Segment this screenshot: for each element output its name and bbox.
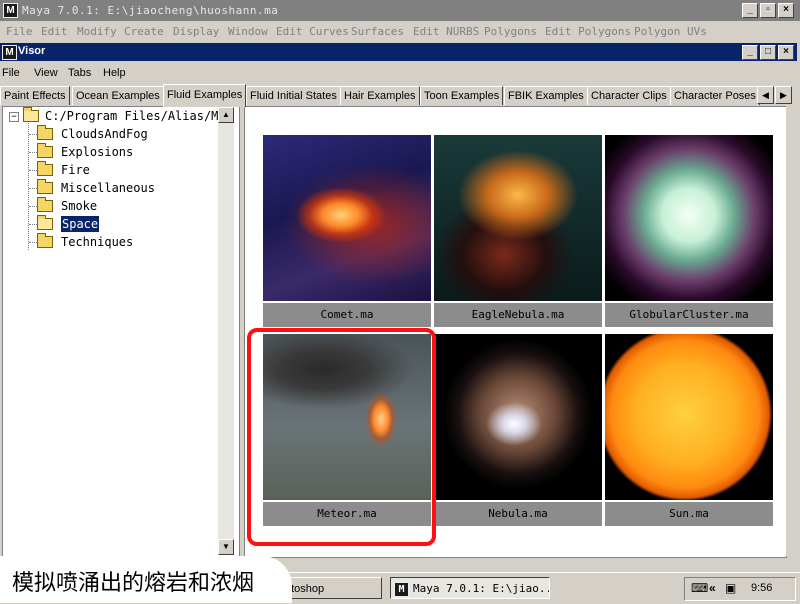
- thumbnail-caption: Sun.ma: [605, 502, 773, 526]
- maya-menu-bar: File Edit Modify Create Display Window E…: [0, 21, 800, 41]
- tree-item-label: Explosions: [61, 145, 134, 159]
- tab-toon-examples[interactable]: Toon Examples: [420, 86, 504, 105]
- maximize-icon[interactable]: □: [760, 45, 776, 60]
- thumbnail-sun[interactable]: Sun.ma: [605, 334, 773, 530]
- caption-overlay: 模拟喷涌出的熔岩和浓烟: [0, 556, 292, 603]
- restore-icon[interactable]: ▫: [760, 3, 776, 18]
- tree-item-space[interactable]: Space: [3, 215, 203, 232]
- comet-thumbnail-icon: [263, 135, 431, 301]
- tab-fbik-examples[interactable]: FBIK Examples: [504, 86, 588, 105]
- tree-item-techniques[interactable]: Techniques: [3, 233, 203, 250]
- maya-logo-icon: M: [3, 3, 18, 18]
- tree-item-miscellaneous[interactable]: Miscellaneous: [3, 179, 203, 196]
- globular-cluster-thumbnail-icon: [605, 135, 773, 301]
- visor-logo-icon: M: [2, 45, 17, 60]
- system-tray: ⌨ « ▣ 9:56: [684, 577, 796, 601]
- network-icon[interactable]: ▣: [725, 581, 736, 595]
- folder-open-icon: [37, 215, 53, 230]
- visor-menu-view[interactable]: View: [34, 67, 58, 79]
- nebula-thumbnail-icon: [434, 334, 602, 500]
- maya-title-bar: M Maya 7.0.1: E:\jiaocheng\huoshann.ma _…: [0, 0, 800, 21]
- folder-icon: [37, 233, 53, 248]
- tab-paint-effects[interactable]: Paint Effects: [0, 86, 70, 105]
- tree-item-label: Smoke: [61, 199, 98, 213]
- sun-thumbnail-icon: [605, 334, 773, 500]
- tab-fluid-examples[interactable]: Fluid Examples: [163, 84, 247, 107]
- menu-edit-polygons[interactable]: Edit Polygons: [545, 25, 631, 38]
- tab-scroll-left-icon[interactable]: ◀: [757, 86, 774, 104]
- close-icon[interactable]: ×: [778, 3, 794, 18]
- menu-display[interactable]: Display: [173, 25, 219, 38]
- chevron-left-icon[interactable]: «: [709, 581, 716, 595]
- tree-item-label: Techniques: [61, 235, 134, 249]
- folder-open-icon: [23, 107, 39, 122]
- folder-icon: [37, 161, 53, 176]
- menu-surfaces[interactable]: Surfaces: [351, 25, 404, 38]
- folder-icon: [37, 125, 53, 140]
- folder-tree: − C:/Program Files/Alias/M CloudsAndFog …: [2, 106, 240, 558]
- thumbnail-caption: Comet.ma: [263, 303, 431, 327]
- visor-menu-tabs[interactable]: Tabs: [68, 67, 91, 79]
- thumbnail-caption: Nebula.ma: [434, 502, 602, 526]
- folder-icon: [37, 197, 53, 212]
- clock[interactable]: 9:56: [751, 582, 772, 594]
- menu-create[interactable]: Create: [124, 25, 164, 38]
- keyboard-icon[interactable]: ⌨: [691, 581, 708, 595]
- minimize-icon[interactable]: _: [742, 45, 758, 60]
- visor-menu-file[interactable]: File: [2, 67, 20, 79]
- minimize-icon[interactable]: _: [742, 3, 758, 18]
- maya-window-controls: _ ▫ ×: [742, 3, 794, 18]
- task-label: Maya 7.0.1: E:\jiao...: [413, 582, 550, 595]
- tree-item-fire[interactable]: Fire: [3, 161, 203, 178]
- menu-window[interactable]: Window: [228, 25, 268, 38]
- close-icon[interactable]: ×: [778, 45, 794, 60]
- tab-ocean-examples[interactable]: Ocean Examples: [72, 86, 164, 105]
- tree-item-label: Miscellaneous: [61, 181, 155, 195]
- tree-item-smoke[interactable]: Smoke: [3, 197, 203, 214]
- eagle-nebula-thumbnail-icon: [434, 135, 602, 301]
- tree-item-explosions[interactable]: Explosions: [3, 143, 203, 160]
- tree-item-label: CloudsAndFog: [61, 127, 148, 141]
- thumbnail-eaglenebula[interactable]: EagleNebula.ma: [434, 135, 602, 331]
- tree-scrollbar[interactable]: ▲ ▼: [218, 107, 234, 555]
- menu-file[interactable]: File: [6, 25, 33, 38]
- folder-icon: [37, 179, 53, 194]
- thumbnail-globularcluster[interactable]: GlobularCluster.ma: [605, 135, 773, 331]
- menu-edit-nurbs[interactable]: Edit NURBS: [413, 25, 479, 38]
- folder-icon: [37, 143, 53, 158]
- tree-root[interactable]: C:/Program Files/Alias/M: [3, 107, 219, 124]
- menu-polygon-uvs[interactable]: Polygon UVs: [634, 25, 707, 38]
- tab-hair-examples[interactable]: Hair Examples: [340, 86, 420, 105]
- menu-polygons[interactable]: Polygons: [484, 25, 537, 38]
- caption-text: 模拟喷涌出的熔岩和浓烟: [12, 571, 255, 596]
- scroll-down-icon[interactable]: ▼: [218, 539, 234, 555]
- tree-item-label-selected: Space: [61, 216, 100, 232]
- menu-edit-curves[interactable]: Edit Curves: [276, 25, 349, 38]
- highlight-box: [247, 328, 436, 546]
- maya-window-title: Maya 7.0.1: E:\jiaocheng\huoshann.ma: [22, 4, 279, 17]
- visor-menu-bar: File View Tabs Help: [0, 64, 800, 82]
- visor-menu-help[interactable]: Help: [103, 67, 126, 79]
- grid-scrollbar[interactable]: [786, 106, 798, 556]
- maya-logo-icon: M: [394, 582, 409, 597]
- thumbnail-caption: EagleNebula.ma: [434, 303, 602, 327]
- tab-fluid-initial-states[interactable]: Fluid Initial States: [246, 86, 341, 105]
- tab-character-poses[interactable]: Character Poses: [670, 86, 760, 105]
- menu-modify[interactable]: Modify: [77, 25, 117, 38]
- visor-tab-strip: Paint Effects Ocean Examples Fluid Examp…: [0, 84, 800, 107]
- taskbar-maya-button[interactable]: M Maya 7.0.1: E:\jiao...: [390, 577, 550, 599]
- scroll-up-icon[interactable]: ▲: [218, 107, 234, 123]
- visor-window-controls: _ □ ×: [742, 45, 794, 60]
- menu-edit[interactable]: Edit: [41, 25, 68, 38]
- tree-root-label: C:/Program Files/Alias/M: [45, 109, 219, 123]
- tree-item-cloudsandfog[interactable]: CloudsAndFog: [3, 125, 203, 142]
- visor-title: Visor: [18, 45, 46, 57]
- tab-scroll-right-icon[interactable]: ▶: [775, 86, 792, 104]
- tree-item-label: Fire: [61, 163, 90, 177]
- tab-character-clips[interactable]: Character Clips: [587, 86, 671, 105]
- thumbnail-nebula[interactable]: Nebula.ma: [434, 334, 602, 530]
- visor-title-bar: M Visor _ □ ×: [0, 43, 797, 61]
- thumbnail-comet[interactable]: Comet.ma: [263, 135, 431, 331]
- thumbnail-caption: GlobularCluster.ma: [605, 303, 773, 327]
